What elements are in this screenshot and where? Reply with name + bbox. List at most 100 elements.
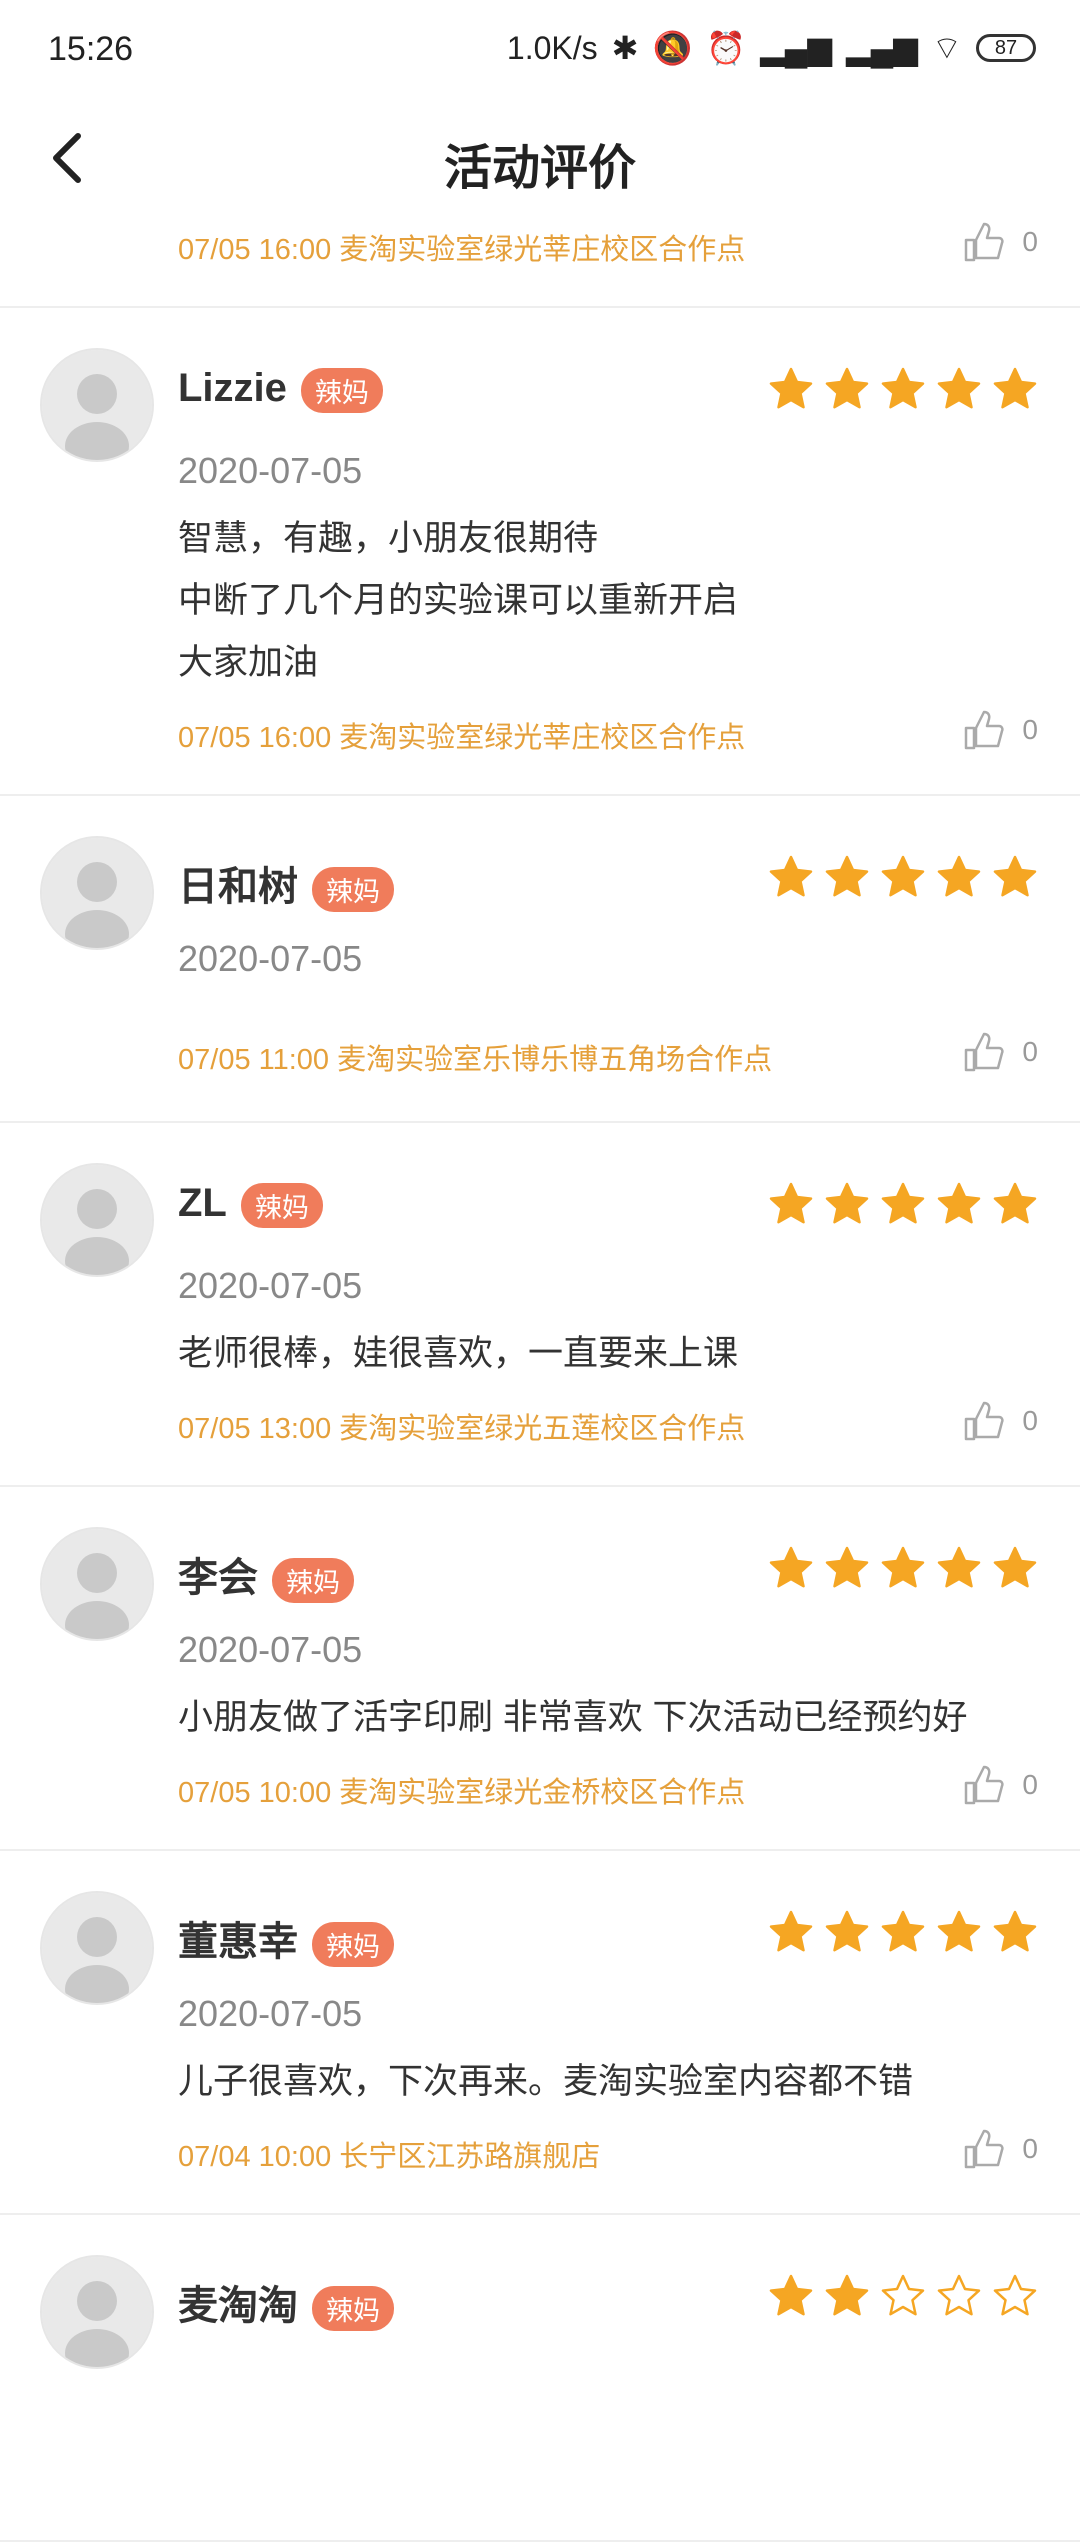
like-button[interactable]: 0 <box>962 1763 1038 1807</box>
review-date: 2020-07-05 <box>178 1265 363 1306</box>
reviewer-name-text: 董惠幸 <box>178 1920 298 1964</box>
comment-line: 小朋友做了活字印刷 非常喜欢 下次活动已经预约好 <box>178 1698 968 1737</box>
star-filled-icon <box>937 367 981 409</box>
thumb-up-icon <box>965 1032 1005 1072</box>
star-filled-icon <box>769 2274 813 2316</box>
star-filled-icon <box>769 1182 813 1224</box>
review-comment: 智慧，有趣，小朋友很期待 中断了几个月的实验课可以重新开启 大家加油 <box>178 508 738 694</box>
network-speed: 1.0K/s <box>506 29 598 66</box>
review-feed: 07/05 16:00 麦淘实验室绿光莘庄校区合作点 0 Lizzie 辣妈 20… <box>0 210 1080 2542</box>
like-count: 0 <box>1022 1036 1038 1067</box>
review-list: Lizzie 辣妈 2020-07-05 智慧，有趣，小朋友很期待 中断了几个月的实… <box>0 308 1080 2542</box>
review-card: 李会 辣妈 2020-07-05 小朋友做了活字印刷 非常喜欢 下次活动已经预约好… <box>0 1487 1080 1851</box>
avatar[interactable] <box>40 1527 154 1641</box>
review-card: Lizzie 辣妈 2020-07-05 智慧，有趣，小朋友很期待 中断了几个月的实… <box>0 308 1080 796</box>
activity-meta[interactable]: 07/05 16:00 麦淘实验室绿光莘庄校区合作点 <box>178 226 745 268</box>
star-filled-icon <box>881 1546 925 1588</box>
star-filled-icon <box>769 1910 813 1952</box>
comment-line: 大家加油 <box>178 643 319 682</box>
thumb-up-icon <box>965 1765 1005 1805</box>
comment-line: 老师很棒，娃很喜欢，一直要来上课 <box>178 1334 739 1373</box>
signal-icon: ▂▄▆ <box>760 30 833 66</box>
like-button[interactable]: 0 <box>962 220 1038 264</box>
activity-meta[interactable]: 07/04 10:00 长宁区江苏路旗舰店 <box>178 2133 600 2175</box>
comment-line: 智慧，有趣，小朋友很期待 <box>178 519 599 558</box>
role-badge: 辣妈 <box>272 1557 354 1603</box>
star-filled-icon <box>825 2274 869 2316</box>
star-filled-icon <box>881 367 925 409</box>
mute-icon: 🔕 <box>652 30 693 66</box>
list-item: 07/05 16:00 麦淘实验室绿光莘庄校区合作点 0 <box>0 210 1080 308</box>
avatar[interactable] <box>40 348 154 462</box>
like-count: 0 <box>1022 1405 1038 1436</box>
avatar[interactable] <box>40 1891 154 2005</box>
rating-stars <box>768 366 1038 412</box>
star-filled-icon <box>937 855 981 897</box>
avatar[interactable] <box>40 1163 154 1277</box>
like-count: 0 <box>1022 1769 1038 1800</box>
review-date: 2020-07-05 <box>178 1629 363 1670</box>
activity-meta[interactable]: 07/05 13:00 麦淘实验室绿光五莲校区合作点 <box>178 1405 745 1447</box>
reviewer-name[interactable]: 李会 辣妈 <box>178 1545 354 1603</box>
role-badge: 辣妈 <box>312 1921 394 1967</box>
thumb-up-icon <box>965 1401 1005 1441</box>
avatar-image <box>42 1529 152 1639</box>
reviewer-name-text: 日和树 <box>178 865 298 909</box>
alarm-icon: ⏰ <box>706 30 747 66</box>
star-filled-icon <box>825 367 869 409</box>
battery-level: 87 <box>994 36 1018 59</box>
avatar-image <box>42 1165 152 1275</box>
avatar[interactable] <box>40 836 154 950</box>
role-badge: 辣妈 <box>312 866 394 912</box>
signal-icon-2: ▂▄▆ <box>846 30 918 66</box>
review-card: 日和树 辣妈 2020-07-05 07/05 11:00 麦淘实验室乐博乐博五角… <box>0 796 1080 1123</box>
star-filled-icon <box>993 1182 1037 1224</box>
thumb-up-icon <box>965 710 1005 750</box>
rating-stars <box>768 1181 1038 1227</box>
page-title: 活动评价 <box>443 142 636 195</box>
review-card: 麦淘淘 辣妈 <box>0 2215 1080 2542</box>
bluetooth-icon: ✱ <box>611 30 639 66</box>
star-filled-icon <box>825 1546 869 1588</box>
star-filled-icon <box>769 367 813 409</box>
star-empty-icon <box>993 2274 1037 2316</box>
star-filled-icon <box>825 855 869 897</box>
activity-meta[interactable]: 07/05 16:00 麦淘实验室绿光莘庄校区合作点 <box>178 714 745 756</box>
reviewer-name[interactable]: 麦淘淘 辣妈 <box>178 2273 394 2331</box>
comment-line: 儿子很喜欢，下次再来。麦淘实验室内容都不错 <box>178 2062 914 2101</box>
review-comment: 老师很棒，娃很喜欢，一直要来上课 <box>178 1323 738 1385</box>
rating-stars <box>768 1545 1038 1591</box>
reviewer-name[interactable]: 董惠幸 辣妈 <box>178 1909 394 1967</box>
avatar-image <box>42 350 152 460</box>
status-icons: 1.0K/s ✱ 🔕 ⏰ ▂▄▆ ▂▄▆ ⌔ 87 <box>507 28 1036 68</box>
reviewer-name-text: ZL <box>178 1181 227 1225</box>
header: 活动评价 <box>0 100 1080 220</box>
activity-meta[interactable]: 07/05 10:00 麦淘实验室绿光金桥校区合作点 <box>178 1769 745 1811</box>
like-button[interactable]: 0 <box>962 1399 1038 1443</box>
review-card: ZL 辣妈 2020-07-05 老师很棒，娃很喜欢，一直要来上课 07/05 1… <box>0 1123 1080 1487</box>
review-date: 2020-07-05 <box>178 938 363 979</box>
star-filled-icon <box>825 1910 869 1952</box>
reviewer-name[interactable]: Lizzie 辣妈 <box>178 366 383 413</box>
activity-meta[interactable]: 07/05 11:00 麦淘实验室乐博乐博五角场合作点 <box>178 1036 772 1078</box>
reviewer-name[interactable]: 日和树 辣妈 <box>178 854 394 912</box>
star-filled-icon <box>993 1546 1037 1588</box>
review-card: 董惠幸 辣妈 2020-07-05 儿子很喜欢，下次再来。麦淘实验室内容都不错 0… <box>0 1851 1080 2215</box>
like-count: 0 <box>1022 714 1038 745</box>
star-filled-icon <box>769 1546 813 1588</box>
avatar[interactable] <box>40 2255 154 2369</box>
star-filled-icon <box>881 1910 925 1952</box>
like-button[interactable]: 0 <box>962 1030 1038 1074</box>
thumb-up-icon <box>965 222 1005 262</box>
star-filled-icon <box>937 1546 981 1588</box>
thumb-up-icon <box>965 2129 1005 2169</box>
like-button[interactable]: 0 <box>962 2127 1038 2171</box>
star-filled-icon <box>993 1910 1037 1952</box>
like-button[interactable]: 0 <box>962 708 1038 752</box>
star-filled-icon <box>993 367 1037 409</box>
reviewer-name-text: Lizzie <box>178 366 287 410</box>
like-count: 0 <box>1022 2133 1038 2164</box>
review-comment: 儿子很喜欢，下次再来。麦淘实验室内容都不错 <box>178 2051 913 2113</box>
reviewer-name[interactable]: ZL 辣妈 <box>178 1181 323 1228</box>
role-badge: 辣妈 <box>312 2285 394 2331</box>
